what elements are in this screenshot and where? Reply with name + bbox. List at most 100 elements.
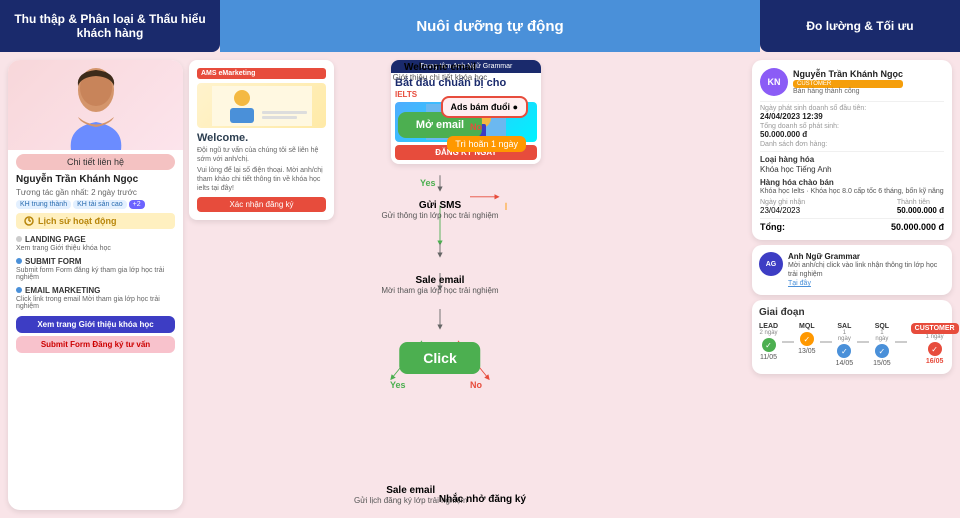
stage-mql: MQL ✓ 13/05 — [798, 323, 816, 355]
divider-2 — [760, 151, 944, 152]
stage-sal-name: SAL — [837, 323, 851, 330]
customer-name-right: Nguyễn Trần Khánh Ngọc — [793, 69, 903, 79]
header-left: Thu thập & Phân loại & Thấu hiểu khách h… — [0, 0, 220, 52]
stage-connector-1 — [782, 341, 794, 343]
contact-info-btn[interactable]: Chi tiết liên hệ — [16, 154, 175, 170]
email-preview-image — [197, 83, 326, 128]
customer-name-left: Nguyễn Trần Khánh Ngọc — [16, 174, 175, 185]
yes-label-1: Yes — [420, 178, 436, 188]
customer-card: KN Nguyễn Trần Khánh Ngọc CUSTOMER Bán h… — [752, 60, 952, 240]
send-sms-desc: Gửi thông tin lớp học trải nghiệm — [382, 211, 499, 220]
activity3-desc: Click link trong email Mời tham gia lớp … — [16, 296, 175, 310]
activity-landing: LANDING PAGE Xem trang Giới thiệu khóa h… — [16, 233, 175, 252]
person-avatar-icon — [56, 62, 136, 150]
stage-sal-days: 1 ngày — [836, 330, 854, 342]
dot-email — [16, 287, 22, 293]
stage-sql-check: ✓ — [875, 344, 889, 358]
email-body2: Vui lòng để lại số điện thoại. Mời anh/c… — [197, 166, 326, 193]
revenue-label: Tổng doanh số phát sinh: — [760, 123, 944, 130]
stage-customer-date: 16/05 — [926, 358, 944, 365]
bottom-no-title: Nhắc nhở đăng ký — [439, 494, 526, 505]
stage-items: LEAD 2 ngày ✓ 11/05 MQL ✓ 13/05 SAL 1 ng… — [759, 323, 945, 367]
no-label-2: No — [470, 380, 482, 390]
stage-mql-name: MQL — [799, 323, 815, 330]
customer-subtitle: Bán hàng thành công — [793, 88, 903, 95]
right-panel: KN Nguyễn Trần Khánh Ngọc CUSTOMER Bán h… — [752, 60, 952, 510]
stage-sal-check: ✓ — [837, 344, 851, 358]
avatar-initials: KN — [768, 77, 781, 87]
btn-intro-course[interactable]: Xem trang Giới thiệu khóa học — [16, 316, 175, 333]
total-wrapper: Thành tiên 50.000.000 đ — [897, 199, 944, 215]
activity-email: EMAIL MARKETING Click link trong email M… — [16, 284, 175, 310]
stage-lead-check: ✓ — [762, 338, 776, 352]
sale-email-upper-title: Sale email — [381, 275, 498, 286]
dot-submit — [16, 258, 22, 264]
chat-avatar-initials: AG — [766, 261, 777, 268]
stage-sal-date: 14/05 — [836, 360, 854, 367]
main-content: Chi tiết liên hệ Nguyễn Trần Khánh Ngọc … — [0, 52, 960, 518]
stage-sql-name: SQL — [875, 323, 889, 330]
total-label: Thành tiên — [897, 199, 944, 206]
email-body1: Đội ngũ tư vấn của chúng tôi sẽ liên hệ … — [197, 146, 326, 164]
date-received-value: 23/04/2023 — [760, 206, 805, 215]
email-welcome: Welcome. — [197, 132, 326, 144]
top-headers: Thu thập & Phân loại & Thấu hiểu khách h… — [0, 0, 960, 52]
ads-label: Ads bám đuổi — [451, 102, 511, 112]
welcome-email-label: Welcome email Giới thiệu chi tiết khóa h… — [393, 62, 488, 82]
activity2-title: SUBMIT FORM — [25, 257, 81, 266]
orders-label: Danh sách đơn hàng: — [760, 141, 944, 148]
date-label: Ngày phát sinh doanh số đầu tiên: — [760, 105, 944, 112]
stage-mql-date: 13/05 — [798, 348, 816, 355]
stage-sql: SQL 1 ngày ✓ 15/05 — [873, 323, 891, 367]
date-received-row: Ngày ghi nhận 23/04/2023 Thành tiên 50.0… — [760, 199, 944, 215]
send-sms-label: Gửi SMS Gửi thông tin lớp học trải nghiệ… — [382, 200, 499, 220]
chat-link[interactable]: Tại đây — [788, 280, 811, 287]
stage-sal: SAL 1 ngày ✓ 14/05 — [836, 323, 854, 367]
date-value: 24/04/2023 12:39 — [760, 112, 944, 121]
customer-card-header: KN Nguyễn Trần Khánh Ngọc CUSTOMER Bán h… — [760, 68, 944, 96]
product-type-label: Loại hàng hóa — [760, 155, 944, 164]
stage-mql-check: ✓ — [800, 332, 814, 346]
send-sms-title: Gửi SMS — [382, 200, 499, 211]
orders-list: Danh sách đơn hàng: — [760, 141, 944, 148]
stage-lead-date: 11/05 — [760, 354, 777, 361]
stage-customer-name: CUSTOMER — [911, 323, 959, 334]
chat-text: Mời anh/chị click vào link nhận thông ti… — [788, 261, 945, 288]
date-received-label: Ngày ghi nhận — [760, 199, 805, 206]
click-node[interactable]: Click — [399, 342, 480, 374]
center-panel: AMS eMarketing Welcome. Đội ngũ tư vấn c… — [189, 60, 746, 510]
welcome-email-title: Welcome email — [393, 62, 488, 73]
tag-loyal: KH trung thành — [16, 200, 71, 209]
email-confirm-btn[interactable]: Xác nhận đăng ký — [197, 197, 326, 212]
stage-connector-2 — [820, 341, 832, 343]
chat-text-body: Mời anh/chị click vào link nhận thông ti… — [788, 262, 937, 278]
stage-customer-check: ✓ — [928, 342, 942, 356]
chat-sender: Anh Ngữ Grammar — [788, 252, 945, 261]
customer-tags: KH trung thành KH tài sản cao +2 — [16, 200, 175, 209]
date-received-label-wrapper: Ngày ghi nhận 23/04/2023 — [760, 199, 805, 215]
stage-customer: CUSTOMER 1 ngày ✓ 16/05 — [911, 323, 959, 365]
stage-connector-3 — [857, 341, 869, 343]
stage-lead-name: LEAD — [759, 323, 778, 330]
delay-node: Trì hoãn 1 ngày — [447, 136, 526, 152]
btn-register-consult[interactable]: Submit Form Đăng ký tư vấn — [16, 336, 175, 353]
chat-avatar: AG — [759, 252, 783, 276]
grand-total-row: Tổng: 50.000.000 đ — [760, 222, 944, 232]
date-first-sale: Ngày phát sinh doanh số đầu tiên: 24/04/… — [760, 105, 944, 121]
kn-avatar: KN — [760, 68, 788, 96]
no-label-1: No — [470, 122, 482, 132]
divider-1 — [760, 101, 944, 102]
chat-bubble: AG Anh Ngữ Grammar Mời anh/chị click vào… — [752, 245, 952, 295]
contact-btn-label: Chi tiết liên hệ — [67, 157, 124, 167]
bottom-buttons: Xem trang Giới thiệu khóa học Submit For… — [16, 316, 175, 353]
activity-submit: SUBMIT FORM Submit form Form đăng ký tha… — [16, 255, 175, 281]
goods-label: Hàng hóa chào bán — [760, 178, 944, 187]
tag-high-value: KH tài sản cao — [73, 200, 127, 209]
activity-desc: Tương tác gần nhất: 2 ngày trước — [16, 188, 175, 197]
email-preview-header: AMS eMarketing — [197, 68, 326, 79]
grand-total-value: 50.000.000 đ — [891, 222, 944, 232]
remind-register: Nhắc nhở đăng ký — [439, 494, 526, 505]
stage-sql-date: 15/05 — [873, 360, 891, 367]
delay-label: Trì hoãn 1 ngày — [455, 139, 518, 149]
header-right-text: Đo lường & Tối ưu — [806, 19, 913, 33]
